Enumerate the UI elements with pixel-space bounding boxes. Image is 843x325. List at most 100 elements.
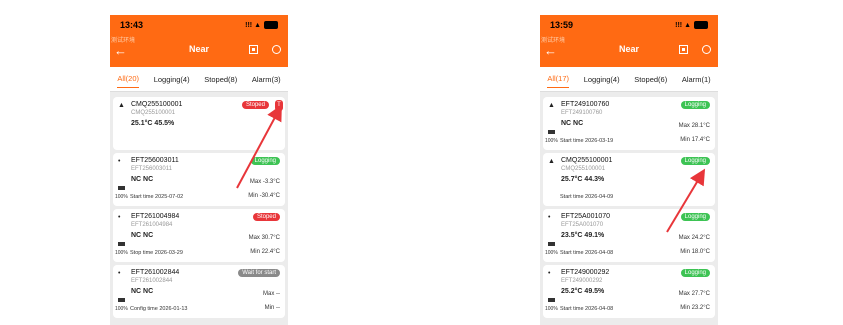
- tab-stoped[interactable]: Stoped(8): [204, 71, 237, 88]
- tab-logging[interactable]: Logging(4): [154, 71, 190, 88]
- signal-icon: !!! ▲: [675, 21, 691, 29]
- min-temp: Min 22.4°C: [250, 249, 280, 255]
- device-card[interactable]: • EFT261004984 EFT261004984 NC NC Stoped…: [113, 209, 285, 262]
- max-temp: Max 30.7°C: [248, 235, 280, 241]
- bluetooth-dot-icon: •: [548, 214, 551, 221]
- bluetooth-dot-icon: •: [118, 214, 121, 221]
- status-bar: 13:59 !!! ▲: [540, 15, 718, 35]
- status-badge: Logging: [680, 157, 710, 165]
- device-reading: 25.7°C 44.3%: [561, 176, 605, 183]
- device-id: EFT249100760: [561, 110, 603, 116]
- device-card[interactable]: • EFT249000292 EFT249000292 25.2°C 49.5%…: [543, 265, 715, 318]
- scan-icon[interactable]: [679, 45, 688, 54]
- battery-percent: 100%: [115, 306, 128, 312]
- min-temp: Min --: [264, 305, 280, 311]
- max-temp: Max 28.1°C: [678, 123, 710, 129]
- max-temp: Max -3.3°C: [249, 179, 280, 185]
- status-badge: Logging: [680, 101, 710, 109]
- phone-screenshot-left: 13:43 !!! ▲ 测试环境 ← Near All(20) Logging(…: [110, 15, 288, 325]
- device-reading: NC NC: [131, 288, 154, 295]
- device-reading: NC NC: [131, 176, 154, 183]
- device-reading: 25.2°C 49.5%: [561, 288, 605, 295]
- device-battery-icon: [118, 298, 125, 302]
- config-time: Config time 2026-01-13: [130, 306, 188, 312]
- wifi-icon: ▲: [548, 158, 555, 165]
- battery-percent: 100%: [545, 138, 558, 144]
- status-badge: Stoped: [252, 213, 280, 221]
- stop-time: Stop time 2026-03-29: [130, 250, 183, 256]
- status-icons: !!! ▲: [675, 21, 708, 29]
- tab-stoped[interactable]: Stoped(6): [634, 71, 667, 88]
- device-id: CMQ255100001: [561, 166, 606, 172]
- start-time: Start time 2026-04-08: [560, 306, 614, 312]
- device-card[interactable]: • EFT261002844 EFT261002844 NC NC Wait f…: [113, 265, 285, 318]
- nav-bar: 测试环境 ← Near: [110, 35, 288, 67]
- max-temp: Max 27.7°C: [678, 291, 710, 297]
- device-id: EFT261004984: [131, 222, 173, 228]
- tab-all[interactable]: All(17): [547, 70, 570, 88]
- battery-percent: 100%: [115, 250, 128, 256]
- battery-percent: 100%: [545, 306, 558, 312]
- device-battery-icon: [118, 186, 125, 190]
- min-temp: Min 23.2°C: [680, 305, 710, 311]
- status-badge: Logging: [250, 157, 280, 165]
- device-id: EFT25A001070: [561, 222, 604, 228]
- status-badge: Logging: [680, 213, 710, 221]
- device-card[interactable]: ▲ CMQ255100001 CMQ255100001 25.7°C 44.3%…: [543, 153, 715, 206]
- bluetooth-dot-icon: •: [118, 158, 121, 165]
- status-badge: Wait for start: [238, 269, 280, 277]
- battery-icon: [694, 21, 708, 29]
- device-card[interactable]: ▲ CMQ255100001 CMQ255100001 25.1°C 45.5%…: [113, 97, 285, 150]
- device-id: EFT261002844: [131, 278, 173, 284]
- tab-alarm[interactable]: Alarm(3): [252, 71, 281, 88]
- device-battery-icon: [548, 242, 555, 246]
- tab-all[interactable]: All(20): [117, 70, 140, 88]
- status-bar: 13:43 !!! ▲: [110, 15, 288, 35]
- device-name: EFT261002844: [131, 269, 180, 276]
- device-reading: 23.5°C 49.1%: [561, 232, 605, 239]
- device-card[interactable]: ▲ EFT249100760 EFT249100760 NC NC Loggin…: [543, 97, 715, 150]
- device-battery-icon: [118, 242, 125, 246]
- bluetooth-dot-icon: •: [118, 270, 121, 277]
- max-temp: Max 24.2°C: [678, 235, 710, 241]
- thermometer-icon: T: [275, 100, 283, 111]
- device-list: ▲ CMQ255100001 CMQ255100001 25.1°C 45.5%…: [110, 92, 288, 320]
- device-card[interactable]: • EFT256003011 EFT256003011 NC NC Loggin…: [113, 153, 285, 206]
- start-time: Start time 2026-04-08: [560, 250, 614, 256]
- device-card[interactable]: • EFT25A001070 EFT25A001070 23.5°C 49.1%…: [543, 209, 715, 262]
- device-reading: NC NC: [561, 120, 584, 127]
- status-badge: Stoped: [241, 101, 269, 109]
- device-id: EFT256003011: [131, 166, 172, 172]
- status-time: 13:43: [120, 20, 144, 30]
- nav-bar: 测试环境 ← Near: [540, 35, 718, 67]
- battery-icon: [264, 21, 278, 29]
- device-name: CMQ255100001: [561, 157, 613, 164]
- device-name: EFT25A001070: [561, 213, 611, 220]
- max-temp: Max --: [263, 291, 280, 297]
- signal-icon: !!! ▲: [245, 21, 261, 29]
- start-time: Start time 2025-07-02: [130, 194, 184, 200]
- tab-alarm[interactable]: Alarm(1): [682, 71, 711, 88]
- device-list: ▲ EFT249100760 EFT249100760 NC NC Loggin…: [540, 92, 718, 320]
- device-name: EFT261004984: [131, 213, 180, 220]
- device-battery-icon: [548, 130, 555, 134]
- device-name: CMQ255100001: [131, 101, 183, 108]
- wifi-icon: ▲: [548, 102, 555, 109]
- device-name: EFT249100760: [561, 101, 610, 108]
- battery-percent: 100%: [545, 250, 558, 256]
- device-reading: 25.1°C 45.5%: [131, 120, 175, 127]
- tab-logging[interactable]: Logging(4): [584, 71, 620, 88]
- device-id: EFT249000292: [561, 278, 603, 284]
- device-id: CMQ255100001: [131, 110, 176, 116]
- scan-icon[interactable]: [249, 45, 258, 54]
- battery-percent: 100%: [115, 194, 128, 200]
- phone-screenshot-right: 13:59 !!! ▲ 测试环境 ← Near All(17) Logging(…: [540, 15, 718, 325]
- refresh-icon[interactable]: [702, 45, 711, 54]
- filter-tabs: All(17) Logging(4) Stoped(6) Alarm(1): [540, 67, 718, 92]
- min-temp: Min 17.4°C: [680, 137, 710, 143]
- refresh-icon[interactable]: [272, 45, 281, 54]
- min-temp: Min 18.0°C: [680, 249, 710, 255]
- device-name: EFT249000292: [561, 269, 610, 276]
- page-title: Near: [618, 44, 639, 54]
- bluetooth-dot-icon: •: [548, 270, 551, 277]
